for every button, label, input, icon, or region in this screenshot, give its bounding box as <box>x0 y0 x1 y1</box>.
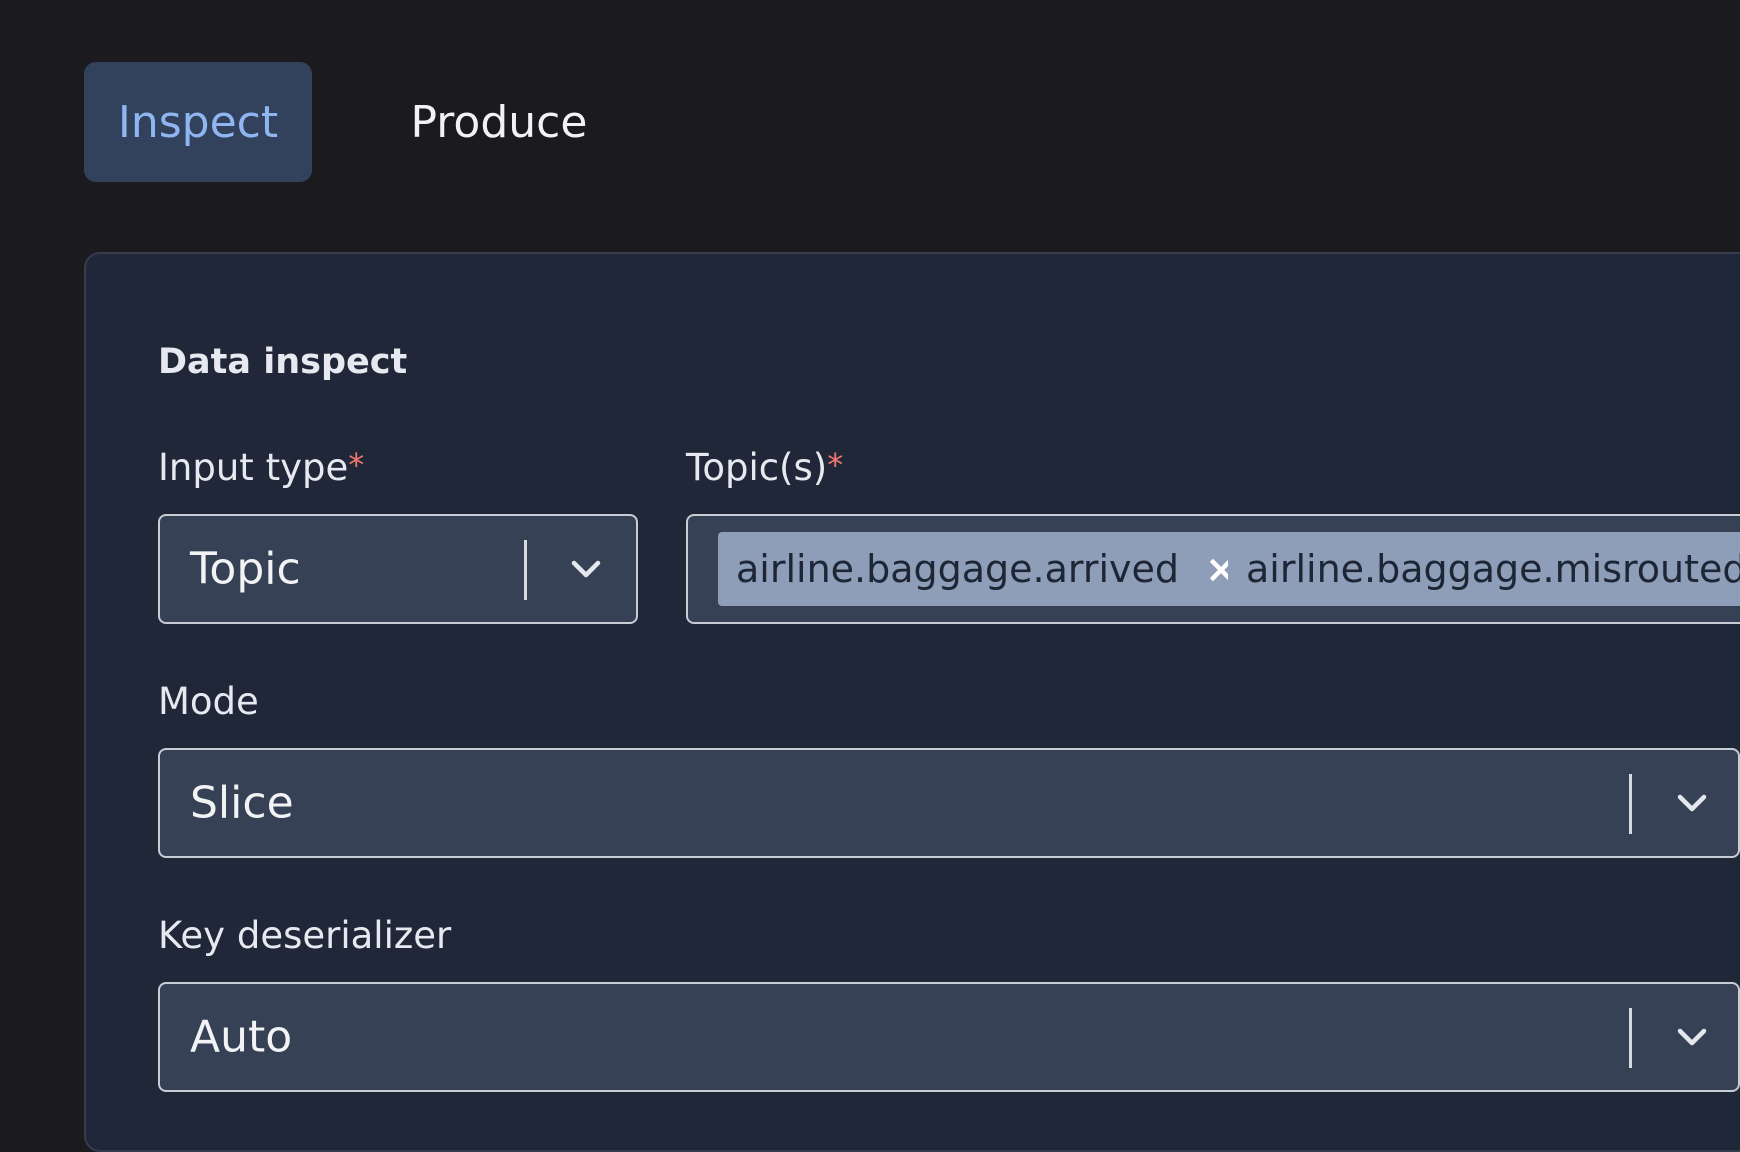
chevron-down-icon[interactable] <box>1670 1015 1714 1059</box>
topic-tag-label: airline.baggage.arrived <box>736 547 1180 591</box>
chevron-down-icon[interactable] <box>564 547 608 591</box>
input-type-value: Topic <box>190 543 301 595</box>
panel-title: Data inspect <box>158 342 408 382</box>
input-type-select[interactable]: Topic <box>158 514 638 624</box>
data-inspect-panel: Data inspect Input type* Topic Topic(s)*… <box>84 252 1740 1152</box>
input-type-label-text: Input type <box>158 446 349 489</box>
topic-tag: airline.baggage.arrived × <box>718 532 1253 606</box>
key-deserializer-value: Auto <box>190 1011 293 1063</box>
topic-tag-label: airline.baggage.misrouted <box>1246 547 1740 591</box>
topics-label: Topic(s)* <box>686 446 843 489</box>
required-mark: * <box>827 446 844 484</box>
mode-select[interactable]: Slice <box>158 748 1740 858</box>
mode-label: Mode <box>158 680 259 723</box>
topics-multiselect[interactable]: airline.baggage.arrived × airline.baggag… <box>686 514 1740 624</box>
input-type-label: Input type* <box>158 446 364 489</box>
select-separator <box>524 540 527 600</box>
tab-inspect[interactable]: Inspect <box>84 62 312 182</box>
chevron-down-icon[interactable] <box>1670 781 1714 825</box>
topic-tag: airline.baggage.misrouted × <box>1228 532 1740 606</box>
key-deserializer-label: Key deserializer <box>158 914 452 957</box>
tab-produce[interactable]: Produce <box>394 62 604 182</box>
topics-label-text: Topic(s) <box>686 446 828 489</box>
select-separator <box>1629 774 1632 834</box>
select-separator <box>1629 1008 1632 1068</box>
mode-value: Slice <box>190 777 294 829</box>
key-deserializer-select[interactable]: Auto <box>158 982 1740 1092</box>
required-mark: * <box>348 446 365 484</box>
